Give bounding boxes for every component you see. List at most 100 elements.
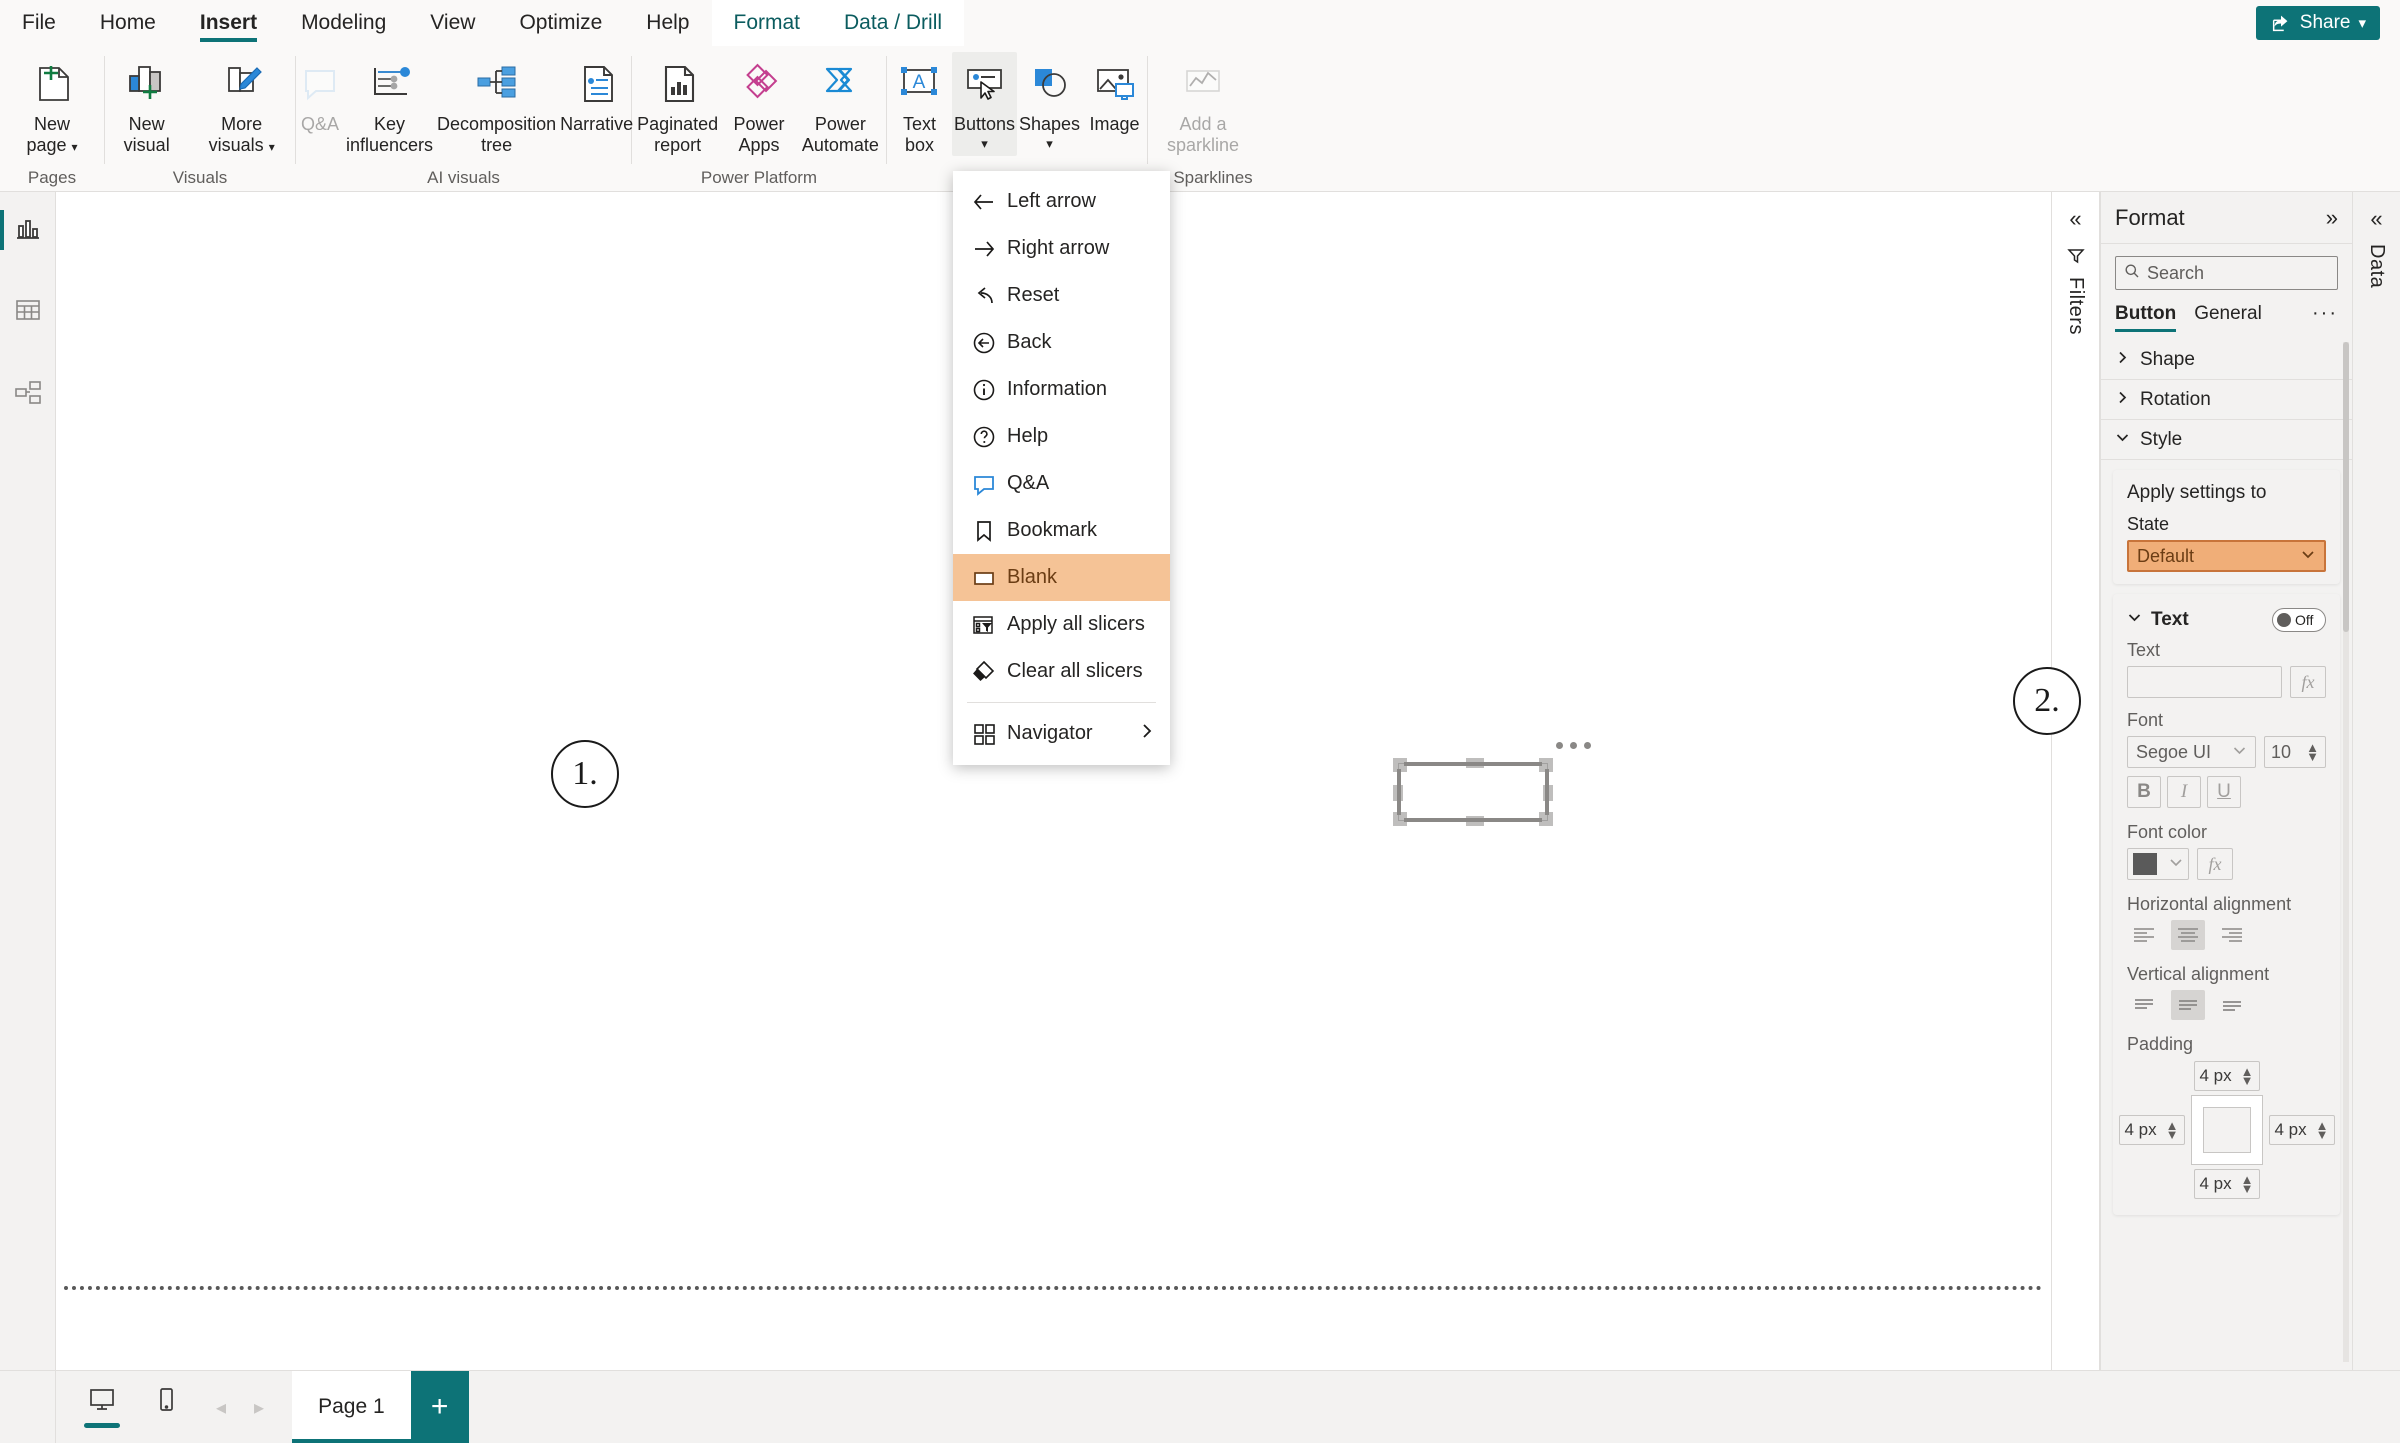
page-tab-page-1[interactable]: Page 1	[292, 1370, 411, 1443]
resize-handle-bottom-left[interactable]	[1393, 812, 1407, 826]
ribbon-button-buttons[interactable]: Buttons ▾	[951, 52, 1017, 156]
spinner-arrows-icon[interactable]: ▲ ▼	[2316, 1119, 2329, 1141]
collapse-filters-icon[interactable]: «	[2069, 206, 2081, 232]
rail-item-report-view[interactable]	[0, 204, 56, 256]
format-tabs-overflow-icon[interactable]: ···	[2312, 302, 2338, 332]
resize-handle-top[interactable]	[1466, 758, 1484, 768]
data-rail[interactable]: « Data	[2352, 192, 2400, 1370]
align-top-button[interactable]	[2127, 990, 2161, 1020]
ribbon-tab-modeling[interactable]: Modeling	[279, 0, 408, 46]
chevron-down-icon[interactable]: ▾	[981, 137, 988, 150]
padding-right-input[interactable]: 4 px ▲ ▼	[2268, 1115, 2335, 1145]
ribbon-button-more-visuals[interactable]: More visuals ▾	[188, 52, 295, 156]
bold-button[interactable]: B	[2127, 776, 2161, 808]
ribbon-button-decomposition-tree[interactable]: Decomposition tree	[435, 52, 558, 156]
menu-item-information[interactable]: Information	[953, 366, 1170, 413]
ribbon-button-power-automate[interactable]: Power Automate	[795, 52, 886, 156]
spinner-arrows-icon[interactable]: ▲ ▼	[2241, 1065, 2254, 1087]
menu-item-apply-all-slicers[interactable]: Apply all slicers	[953, 601, 1170, 648]
text-section-header[interactable]: Text Off	[2127, 606, 2326, 640]
help-icon	[965, 424, 1003, 450]
align-right-button[interactable]	[2215, 920, 2249, 950]
italic-button[interactable]: I	[2167, 776, 2201, 808]
chevron-down-icon[interactable]: ▾	[1046, 137, 1053, 150]
resize-handle-left[interactable]	[1393, 785, 1403, 801]
ribbon-button-key-influencers[interactable]: Key influencers	[344, 52, 435, 156]
menu-item-blank[interactable]: Blank	[953, 554, 1170, 601]
collapse-format-pane-icon[interactable]: »	[2326, 205, 2338, 231]
underline-button[interactable]: U	[2207, 776, 2241, 808]
ribbon-button-shapes[interactable]: Shapes ▾	[1017, 52, 1082, 156]
padding-top-input[interactable]: 4 px ▲ ▼	[2193, 1061, 2260, 1091]
font-size-spinner[interactable]: 10 ▲ ▼	[2264, 736, 2326, 768]
ribbon-button-text-box[interactable]: A Text box	[887, 52, 952, 156]
font-color-dropdown[interactable]	[2127, 848, 2189, 880]
font-family-dropdown[interactable]: Segoe UI	[2127, 736, 2256, 768]
rail-item-table-view[interactable]	[0, 286, 56, 338]
ribbon-tab-format[interactable]: Format	[711, 0, 823, 46]
ribbon-tab-home[interactable]: Home	[78, 0, 178, 46]
resize-handle-bottom-right[interactable]	[1539, 812, 1553, 826]
align-left-button[interactable]	[2127, 920, 2161, 950]
ribbon-button-new-visual[interactable]: New visual	[105, 52, 188, 156]
ribbon-tab-view[interactable]: View	[408, 0, 497, 46]
padding-left-input[interactable]: 4 px ▲ ▼	[2118, 1115, 2185, 1145]
canvas-blank-button[interactable]	[1398, 763, 1548, 821]
accordion-rotation[interactable]: Rotation	[2101, 380, 2352, 420]
format-pane-scrollbar-thumb[interactable]	[2343, 342, 2349, 632]
collapse-data-pane-icon[interactable]: «	[2370, 206, 2382, 232]
spinner-arrows-icon[interactable]: ▲ ▼	[2166, 1119, 2179, 1141]
menu-item-help[interactable]: Help	[953, 413, 1170, 460]
resize-handle-right[interactable]	[1543, 785, 1553, 801]
text-conditional-formatting-button[interactable]: fx	[2290, 666, 2326, 698]
share-button[interactable]: Share ▾	[2255, 6, 2380, 40]
more-visuals-icon	[216, 58, 268, 110]
ribbon-button-new-page[interactable]: New page ▾	[9, 52, 95, 156]
text-section-toggle[interactable]: Off	[2272, 608, 2326, 632]
format-tab-button[interactable]: Button	[2115, 303, 2177, 332]
resize-handle-top-left[interactable]	[1393, 758, 1407, 772]
ribbon-button-power-apps[interactable]: Power Apps	[723, 52, 794, 156]
ribbon-tab-insert[interactable]: Insert	[178, 0, 279, 46]
state-dropdown[interactable]: Default	[2127, 540, 2326, 572]
ribbon-tab-data-drill[interactable]: Data / Drill	[822, 0, 965, 46]
resize-handle-bottom[interactable]	[1466, 816, 1484, 826]
mobile-layout-button[interactable]	[148, 1386, 184, 1428]
ribbon-tab-help[interactable]: Help	[624, 0, 711, 46]
menu-item-left-arrow[interactable]: Left arrow	[953, 178, 1170, 225]
menu-item-qanda[interactable]: Q&A	[953, 460, 1170, 507]
menu-item-navigator[interactable]: Navigator	[953, 710, 1170, 757]
filters-rail[interactable]: « Filters	[2052, 192, 2100, 1370]
canvas-blank-button-selection[interactable]	[1393, 758, 1553, 826]
font-color-conditional-formatting-button[interactable]: fx	[2197, 848, 2233, 880]
padding-bottom-input[interactable]: 4 px ▲ ▼	[2193, 1169, 2260, 1199]
spinner-arrows-icon[interactable]: ▲ ▼	[2241, 1173, 2254, 1195]
ribbon-button-narrative[interactable]: Narrative	[558, 52, 635, 156]
menu-item-reset[interactable]: Reset	[953, 272, 1170, 319]
menu-item-clear-all-slicers[interactable]: Clear all slicers	[953, 648, 1170, 695]
next-page-button[interactable]: ▸	[254, 1395, 264, 1420]
format-tab-general[interactable]: General	[2194, 303, 2262, 332]
menu-item-right-arrow[interactable]: Right arrow	[953, 225, 1170, 272]
format-search-input[interactable]: Search	[2115, 256, 2338, 290]
menu-item-bookmark[interactable]: Bookmark	[953, 507, 1170, 554]
add-page-button[interactable]: +	[410, 1370, 469, 1443]
menu-item-back[interactable]: Back	[953, 319, 1170, 366]
spinner-arrows-icon[interactable]: ▲ ▼	[2306, 741, 2319, 763]
align-center-button[interactable]	[2171, 920, 2205, 950]
previous-page-button[interactable]: ◂	[216, 1395, 226, 1420]
ribbon-button-paginated-report[interactable]: Paginated report	[632, 52, 723, 156]
ribbon-tab-file[interactable]: File	[0, 0, 78, 46]
accordion-shape[interactable]: Shape	[2101, 340, 2352, 380]
ribbon-tab-optimize[interactable]: Optimize	[497, 0, 624, 46]
align-middle-button[interactable]	[2171, 990, 2205, 1020]
text-value-input[interactable]	[2127, 666, 2282, 698]
accordion-style[interactable]: Style	[2101, 420, 2352, 460]
align-bottom-button[interactable]	[2215, 990, 2249, 1020]
resize-handle-top-right[interactable]	[1539, 758, 1553, 772]
rail-item-model-view[interactable]	[0, 368, 56, 420]
visual-more-options-icon[interactable]	[1556, 742, 1591, 749]
format-pane-body[interactable]: Shape Rotation Style Apply settings to S…	[2101, 332, 2352, 1370]
ribbon-button-image[interactable]: Image	[1082, 52, 1147, 156]
desktop-layout-button[interactable]	[84, 1386, 120, 1428]
